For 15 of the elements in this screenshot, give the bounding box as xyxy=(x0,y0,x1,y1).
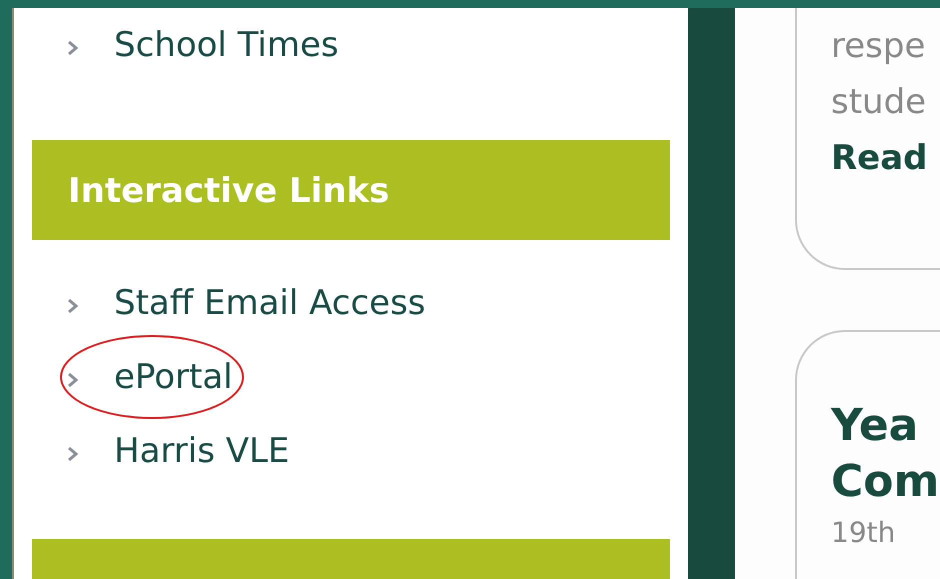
card-text: respe xyxy=(831,25,926,68)
sidebar-link[interactable]: School Times xyxy=(114,20,339,70)
card-date: 19th xyxy=(831,515,896,551)
chevron-icon xyxy=(66,371,80,389)
sidebar-link[interactable]: ePortal xyxy=(114,352,233,402)
sidebar-link[interactable]: Harris VLE xyxy=(114,426,290,476)
sidebar-link[interactable]: Staff Email Access xyxy=(114,278,426,328)
read-more-link[interactable]: Read xyxy=(831,130,940,186)
chevron-icon xyxy=(66,39,80,57)
chevron-icon xyxy=(66,297,80,315)
card-title: Yea xyxy=(831,399,920,453)
chevron-icon xyxy=(66,445,80,463)
card-title: Com xyxy=(831,455,940,509)
card-text: stude xyxy=(831,81,928,124)
section-heading: Interactive Links xyxy=(32,140,670,240)
